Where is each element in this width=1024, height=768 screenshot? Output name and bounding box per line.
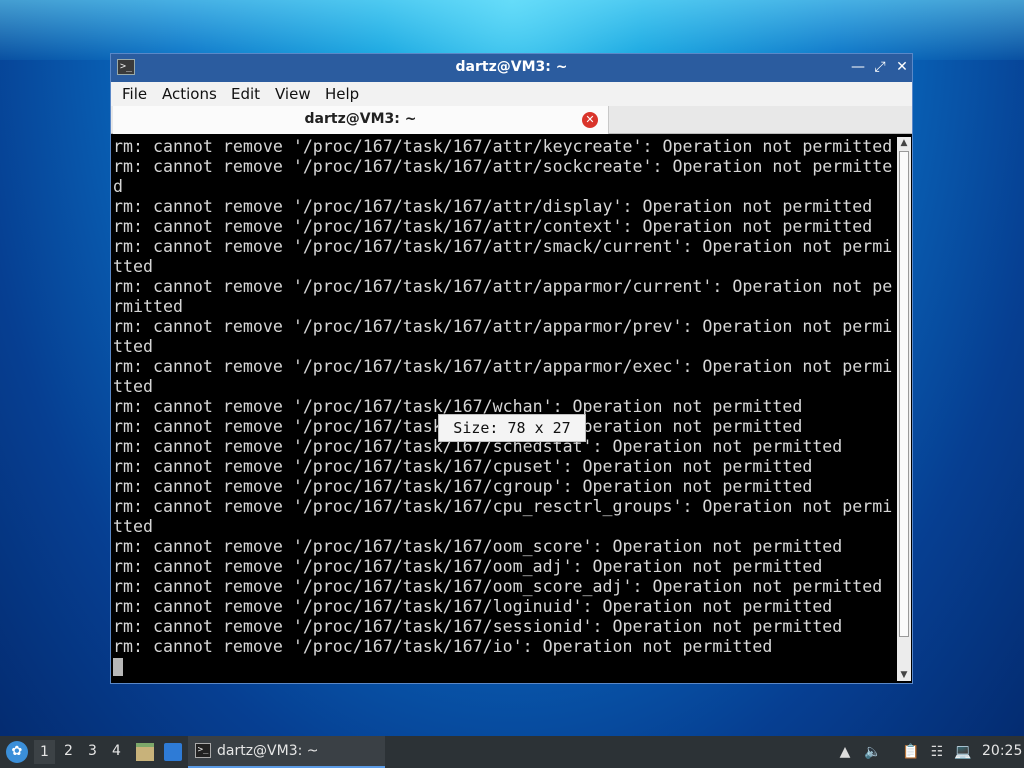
updates-icon[interactable]: 💻 <box>954 743 972 761</box>
terminal-output[interactable]: rm: cannot remove '/proc/167/task/167/at… <box>113 137 895 681</box>
terminal-line: rm: cannot remove '/proc/167/task/167/at… <box>113 277 893 296</box>
terminal-line: tted <box>113 257 153 276</box>
taskbar-task-terminal[interactable]: >_ dartz@VM3: ~ <box>188 736 385 768</box>
text-cursor <box>113 658 123 676</box>
menu-edit[interactable]: Edit <box>231 85 260 103</box>
terminal-line: rm: cannot remove '/proc/167/task/167/cp… <box>113 457 813 476</box>
menu-view[interactable]: View <box>275 85 311 103</box>
window-titlebar[interactable]: >_ dartz@VM3: ~ — ⤢ ✕ <box>111 54 912 82</box>
terminal-line: rm: cannot remove '/proc/167/task/167/cg… <box>113 477 813 496</box>
close-window-icon[interactable]: ✕ <box>893 58 911 76</box>
close-icon[interactable]: ✕ <box>582 112 598 128</box>
terminal-line: rm: cannot remove '/proc/167/task/167/oo… <box>113 557 823 576</box>
terminal-line: rm: cannot remove '/proc/167/task/167/io… <box>113 637 773 656</box>
terminal-line: rm: cannot remove '/proc/167/task/167/at… <box>113 197 873 216</box>
clock: 20:25 <box>982 743 1023 759</box>
network-icon[interactable]: ☷ <box>928 743 946 761</box>
workspace-4[interactable]: 4 <box>112 743 121 759</box>
terminal-line: tted <box>113 517 153 536</box>
minimize-icon[interactable]: — <box>849 58 867 76</box>
scrollbar[interactable]: ▲ ▼ <box>897 137 911 681</box>
menu-actions[interactable]: Actions <box>162 85 217 103</box>
scrollbar-thumb[interactable] <box>899 151 909 637</box>
clipboard-icon[interactable]: 📋 <box>902 743 920 761</box>
terminal-line: rm: cannot remove '/proc/167/task/167/se… <box>113 617 843 636</box>
terminal-icon: >_ <box>195 743 211 758</box>
terminal-line: rm: cannot remove '/proc/167/task/167/oo… <box>113 537 843 556</box>
terminal-line: rm: cannot remove '/proc/167/task/167/at… <box>113 317 893 336</box>
scroll-up-icon[interactable]: ▲ <box>897 137 911 149</box>
tab-label: dartz@VM3: ~ <box>304 111 417 127</box>
terminal-line: rm: cannot remove '/proc/167/task/167/at… <box>113 237 893 256</box>
terminal-line: rm: cannot remove '/proc/167/task/167/at… <box>113 157 893 176</box>
volume-icon[interactable]: 🔈 <box>864 743 882 761</box>
workspace-1[interactable]: 1 <box>34 740 55 764</box>
terminal-line: tted <box>113 337 153 356</box>
taskbar: ✿ 1 2 3 4 >_ dartz@VM3: ~ ▲ 🔈 📋 ☷ 💻 20:2… <box>0 736 1024 768</box>
desktop-background <box>0 0 1024 60</box>
terminal-line: d <box>113 177 123 196</box>
workspace-3[interactable]: 3 <box>88 743 97 759</box>
terminal-line: rm: cannot remove '/proc/167/task/167/at… <box>113 357 893 376</box>
tab-terminal[interactable]: dartz@VM3: ~ ✕ <box>113 106 609 134</box>
task-label: dartz@VM3: ~ <box>217 743 319 759</box>
start-menu-icon[interactable]: ✿ <box>6 741 28 763</box>
tab-bar: dartz@VM3: ~ ✕ <box>111 106 912 134</box>
scroll-down-icon[interactable]: ▼ <box>897 669 911 681</box>
terminal-line: rm: cannot remove '/proc/167/task/167/lo… <box>113 597 833 616</box>
file-manager-icon[interactable] <box>136 743 154 761</box>
size-tooltip: Size: 78 x 27 <box>438 414 586 442</box>
terminal-line: tted <box>113 377 153 396</box>
terminal-prompt-line[interactable] <box>113 657 895 677</box>
menu-bar: File Actions Edit View Help <box>111 82 912 106</box>
terminal-line: rm: cannot remove '/proc/167/task/167/at… <box>113 137 893 156</box>
menu-help[interactable]: Help <box>325 85 359 103</box>
show-desktop-icon[interactable] <box>164 743 182 761</box>
terminal-window[interactable]: >_ dartz@VM3: ~ — ⤢ ✕ File Actions Edit … <box>110 53 913 684</box>
menu-file[interactable]: File <box>122 85 147 103</box>
terminal-line: rm: cannot remove '/proc/167/task/167/oo… <box>113 577 883 596</box>
terminal-line: rm: cannot remove '/proc/167/task/167/cp… <box>113 497 893 516</box>
workspace-2[interactable]: 2 <box>64 743 73 759</box>
maximize-icon[interactable]: ⤢ <box>871 58 889 76</box>
terminal-line: rm: cannot remove '/proc/167/task/167/at… <box>113 217 873 236</box>
terminal-line: rmitted <box>113 297 183 316</box>
window-title: dartz@VM3: ~ <box>455 59 568 75</box>
notifications-icon[interactable]: ▲ <box>836 743 854 761</box>
